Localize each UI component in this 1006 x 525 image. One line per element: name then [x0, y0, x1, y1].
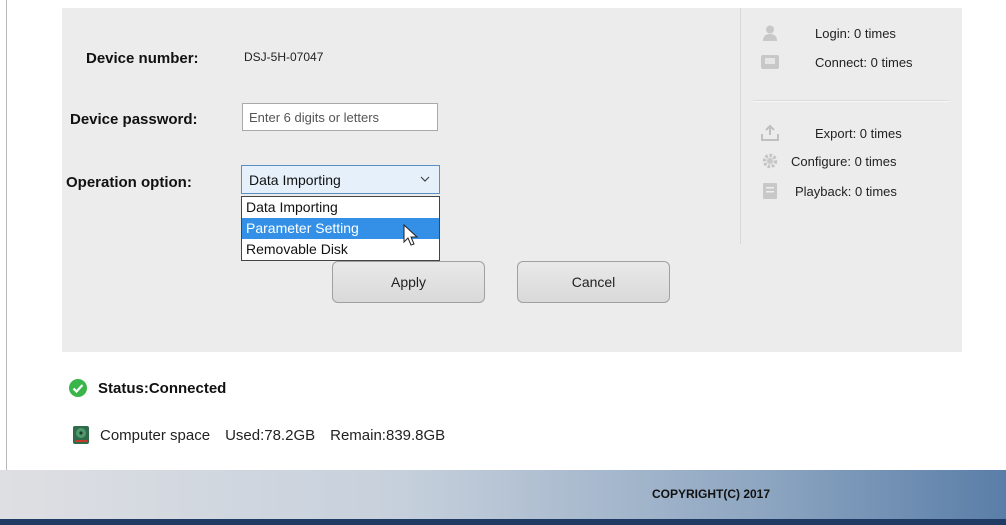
footer-bottom-bar: [0, 519, 1006, 525]
stat-connect-text: Connect: 0 times: [815, 54, 913, 70]
device-number-value: DSJ-5H-07047: [244, 50, 324, 64]
stat-login-text: Login: 0 times: [815, 25, 896, 41]
option-data-importing[interactable]: Data Importing: [242, 197, 439, 218]
space-used: Used:78.2GB: [225, 426, 316, 444]
chevron-down-icon: [420, 176, 430, 182]
stat-configure: Configure: 0 times: [759, 151, 897, 171]
operation-option-label: Operation option:: [66, 174, 192, 191]
device-icon: [759, 52, 781, 72]
app-window: Device number: DSJ-5H-07047 Device passw…: [0, 0, 1006, 525]
document-icon: [759, 181, 781, 201]
mouse-cursor-icon: [403, 224, 419, 246]
space-remain: Remain:839.8GB: [330, 426, 446, 444]
copyright-text: COPYRIGHT(C) 2017: [652, 487, 771, 501]
stat-export: Export: 0 times: [759, 123, 902, 143]
stat-configure-text: Configure: 0 times: [791, 153, 897, 169]
stat-playback-text: Playback: 0 times: [795, 183, 897, 199]
usage-stats-panel: Login: 0 times Connect: 0 times Export: …: [740, 8, 963, 244]
computer-space-label: Computer space: [100, 426, 211, 444]
stat-connect: Connect: 0 times: [759, 52, 913, 72]
hard-disk-icon: [73, 426, 89, 444]
stats-divider: [753, 100, 949, 102]
footer: COPYRIGHT(C) 2017: [0, 470, 1006, 520]
stat-login: Login: 0 times: [759, 23, 896, 43]
export-icon: [759, 123, 781, 143]
gear-icon: [759, 151, 781, 171]
apply-button[interactable]: Apply: [332, 261, 485, 303]
cancel-button[interactable]: Cancel: [517, 261, 670, 303]
window-left-border: [6, 0, 7, 470]
connection-status: Status:Connected: [68, 378, 226, 398]
user-icon: [759, 23, 781, 43]
stat-export-text: Export: 0 times: [815, 125, 902, 141]
operation-option-selected: Data Importing: [249, 171, 341, 188]
stat-playback: Playback: 0 times: [759, 181, 897, 201]
device-password-label: Device password:: [70, 111, 198, 128]
device-number-label: Device number:: [86, 50, 199, 67]
operation-option-select[interactable]: Data Importing: [241, 165, 440, 194]
computer-space: Computer space Used:78.2GB Remain:839.8G…: [72, 425, 445, 445]
status-text: Status:Connected: [98, 379, 227, 397]
check-circle-icon: [69, 379, 87, 397]
device-password-input[interactable]: [242, 103, 438, 131]
